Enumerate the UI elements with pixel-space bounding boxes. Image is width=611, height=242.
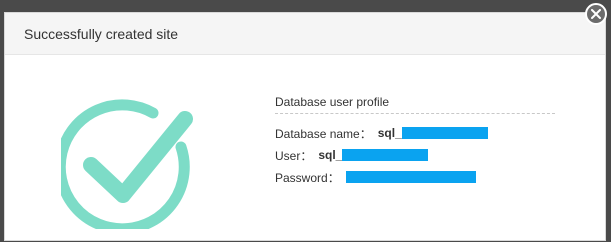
success-dialog: Successfully created site Database user … [4, 12, 606, 241]
redacted-database-name [401, 127, 488, 139]
database-name-value: sql_ [377, 126, 402, 140]
password-label: Password： [275, 170, 340, 185]
dialog-header: Successfully created site [5, 13, 605, 55]
user-value: sql_ [318, 148, 343, 162]
redacted-password [345, 171, 476, 183]
user-row: User： sql_ [275, 144, 555, 166]
redacted-user [342, 149, 429, 161]
check-circle-icon [61, 99, 193, 229]
dialog-title: Successfully created site [24, 25, 179, 42]
database-name-label: Database name： [275, 126, 372, 141]
close-icon [591, 9, 601, 19]
user-label: User： [275, 148, 313, 163]
password-row: Password： [275, 166, 555, 188]
close-button[interactable] [585, 3, 607, 25]
database-profile: Database user profile Database name： sql… [275, 91, 555, 188]
section-title: Database user profile [275, 91, 555, 114]
database-name-row: Database name： sql_ [275, 122, 555, 144]
